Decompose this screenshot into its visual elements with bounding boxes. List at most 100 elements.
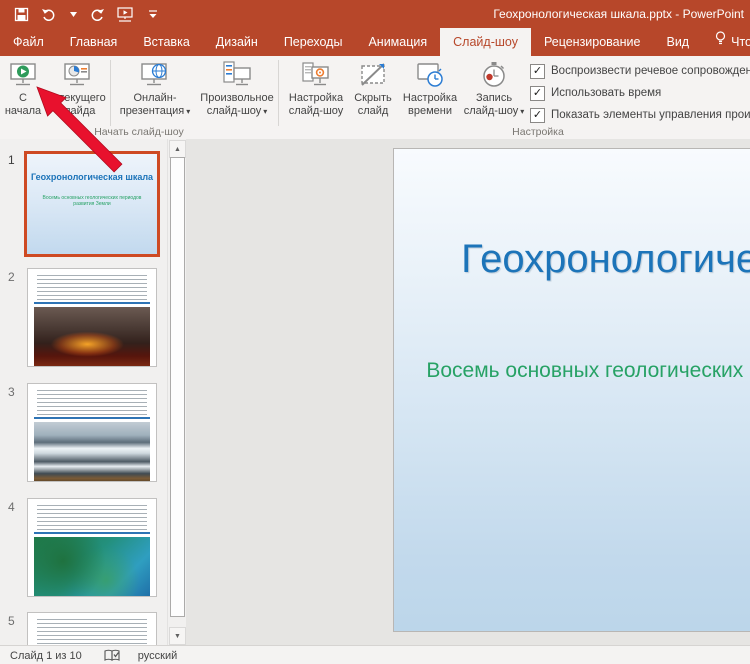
- current-slide-canvas[interactable]: Геохронологическая шкала Восемь основных…: [393, 148, 750, 632]
- dropdown-arrow-icon: ▾: [186, 107, 190, 116]
- rehearse-timings-label: Настройка времени: [403, 92, 457, 117]
- ribbon-separator: [110, 60, 111, 126]
- ribbon-tab-bar: Файл Главная Вставка Дизайн Переходы Ани…: [0, 28, 750, 56]
- slide-number: 2: [8, 270, 22, 284]
- from-beginning-label: С начала: [5, 92, 41, 117]
- rehearse-timings-icon: [415, 58, 445, 90]
- use-timings-label: Использовать время: [551, 87, 661, 99]
- tab-review[interactable]: Рецензирование: [531, 28, 654, 56]
- window-title: Геохронологическая шкала.pptx - PowerPoi…: [493, 0, 744, 28]
- redo-icon[interactable]: [88, 4, 106, 24]
- lightbulb-icon: [715, 28, 726, 56]
- undo-dropdown-icon[interactable]: [68, 4, 78, 24]
- ribbon-separator: [278, 60, 279, 126]
- rehearse-timings-button[interactable]: Настройка времени: [398, 58, 462, 124]
- online-presentation-label: Онлайн-презентация: [120, 92, 185, 117]
- tab-transitions[interactable]: Переходы: [271, 28, 356, 56]
- scroll-down-icon[interactable]: ▼: [169, 627, 186, 645]
- slide-thumbnail-2[interactable]: [27, 268, 157, 367]
- thumb-divider-line: [34, 302, 150, 304]
- group-label-start-slideshow: Начать слайд-шоу: [69, 126, 209, 138]
- tab-slideshow[interactable]: Слайд-шоу: [440, 28, 531, 56]
- checkbox-checked-icon: ✓: [530, 86, 545, 101]
- start-from-beginning-icon: [8, 58, 38, 90]
- hide-slide-label: Скрыть слайд: [354, 92, 392, 117]
- online-presentation-icon: [140, 58, 170, 90]
- online-presentation-button[interactable]: Онлайн-презентация▾: [114, 58, 196, 124]
- save-icon[interactable]: [12, 4, 30, 24]
- spell-check-icon[interactable]: [104, 649, 120, 662]
- slide-number: 1: [8, 153, 22, 167]
- from-current-slide-icon: [62, 58, 92, 90]
- language-indicator[interactable]: русский: [138, 650, 177, 662]
- customize-quick-access-icon[interactable]: [144, 4, 162, 24]
- slide-number: 3: [8, 385, 22, 399]
- play-narrations-checkbox[interactable]: ✓ Воспроизвести речевое сопровождение: [530, 60, 750, 82]
- tab-tell-me[interactable]: Что вы хотите с: [702, 28, 750, 56]
- slide-thumbnail-3[interactable]: [27, 383, 157, 482]
- content-area: 1 Геохронологическая шкала Восемь основн…: [0, 139, 750, 645]
- volcano-eruption-image: [34, 307, 150, 367]
- slide-1-preview: Геохронологическая шкала Восемь основных…: [27, 154, 157, 254]
- from-current-slide-label: С текущего слайда: [48, 92, 105, 117]
- checkbox-checked-icon: ✓: [530, 64, 545, 79]
- slide-title-text[interactable]: Геохронологическая шкала: [394, 235, 750, 284]
- snowy-landscape-image: [34, 422, 150, 482]
- powerpoint-window: Геохронологическая шкала.pptx - PowerPoi…: [0, 0, 750, 664]
- show-media-controls-label: Показать элементы управления проигры: [551, 109, 750, 121]
- tab-file[interactable]: Файл: [0, 28, 57, 56]
- setup-slideshow-button[interactable]: Настройка слайд-шоу: [282, 58, 350, 124]
- thumb-text-block: [37, 619, 147, 644]
- slide-subtitle-text[interactable]: Восемь основных геологических периодов р…: [394, 356, 750, 385]
- quick-access-toolbar: [0, 4, 162, 24]
- title-bar: Геохронологическая шкала.pptx - PowerPoi…: [0, 0, 750, 28]
- slide-thumbnail-1[interactable]: Геохронологическая шкала Восемь основных…: [24, 151, 160, 257]
- show-media-controls-checkbox[interactable]: ✓ Показать элементы управления проигры: [530, 104, 750, 126]
- tab-home[interactable]: Главная: [57, 28, 131, 56]
- underwater-plants-image: [34, 537, 150, 597]
- tab-view[interactable]: Вид: [653, 28, 702, 56]
- thumbnail-scrollbar[interactable]: ▲ ▼: [167, 139, 185, 645]
- slide-number: 4: [8, 500, 22, 514]
- hide-slide-icon: [358, 58, 388, 90]
- use-timings-checkbox[interactable]: ✓ Использовать время: [530, 82, 750, 104]
- from-current-slide-button[interactable]: С текущего слайда: [46, 58, 108, 124]
- custom-slideshow-icon: [222, 58, 252, 90]
- slideshow-options: ✓ Воспроизвести речевое сопровождение ✓ …: [530, 60, 750, 126]
- slide-thumbnail-4[interactable]: [27, 498, 157, 597]
- status-bar: Слайд 1 из 10 русский: [0, 645, 750, 664]
- dropdown-arrow-icon: ▾: [263, 107, 267, 116]
- tab-insert[interactable]: Вставка: [130, 28, 202, 56]
- tab-animations[interactable]: Анимация: [355, 28, 440, 56]
- dropdown-arrow-icon: ▾: [520, 107, 524, 116]
- start-slideshow-icon[interactable]: [116, 4, 134, 24]
- setup-slideshow-label: Настройка слайд-шоу: [289, 92, 344, 117]
- thumb-slide-subtitle: Восемь основных геологических периодов р…: [40, 195, 144, 207]
- scroll-up-icon[interactable]: ▲: [169, 140, 186, 158]
- thumb-text-block: [37, 275, 147, 300]
- slide-number: 5: [8, 614, 22, 628]
- thumb-divider-line: [34, 417, 150, 419]
- custom-slideshow-button[interactable]: Произвольное слайд-шоу▾: [198, 58, 276, 124]
- tell-me-label: Что вы хотите с: [731, 28, 750, 56]
- slide-thumbnail-5[interactable]: [27, 612, 157, 645]
- slide-editor-area: Геохронологическая шкала Восемь основных…: [186, 139, 750, 645]
- slide-thumbnail-panel: 1 Геохронологическая шкала Восемь основн…: [0, 139, 186, 645]
- thumb-slide-title: Геохронологическая шкала: [27, 154, 157, 183]
- checkbox-checked-icon: ✓: [530, 108, 545, 123]
- thumb-text-block: [37, 505, 147, 530]
- thumb-divider-line: [34, 532, 150, 534]
- tab-design[interactable]: Дизайн: [203, 28, 271, 56]
- undo-icon[interactable]: [40, 4, 58, 24]
- ribbon-slideshow: С начала С текущего слайда Онлайн-презен…: [0, 56, 750, 140]
- record-slideshow-label: Запись слайд-шоу: [464, 92, 519, 117]
- play-narrations-label: Воспроизвести речевое сопровождение: [551, 65, 750, 77]
- record-slideshow-icon: [479, 58, 509, 90]
- from-beginning-button[interactable]: С начала: [2, 58, 44, 124]
- hide-slide-button[interactable]: Скрыть слайд: [350, 58, 396, 124]
- record-slideshow-button[interactable]: Запись слайд-шоу▾: [462, 58, 526, 124]
- scrollbar-thumb[interactable]: [170, 157, 185, 617]
- slide-indicator: Слайд 1 из 10: [10, 650, 82, 662]
- group-label-setup: Настройка: [478, 126, 598, 138]
- thumb-text-block: [37, 390, 147, 415]
